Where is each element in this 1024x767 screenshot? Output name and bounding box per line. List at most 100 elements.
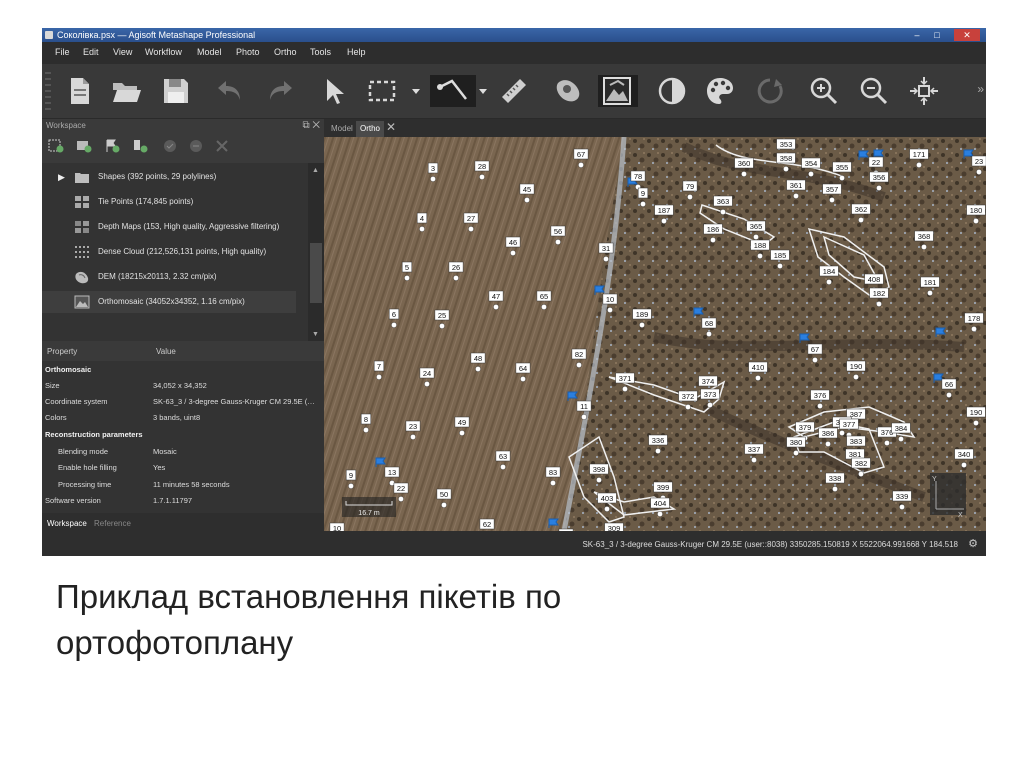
marker-point[interactable] <box>581 414 587 420</box>
marker-point[interactable] <box>655 448 661 454</box>
menu-edit[interactable]: Edit <box>83 47 99 57</box>
scroll-down-icon[interactable]: ▼ <box>312 331 319 338</box>
marker-point[interactable] <box>398 496 404 502</box>
marker-point[interactable] <box>884 440 890 446</box>
marker-point[interactable] <box>363 427 369 433</box>
marker-point[interactable] <box>541 304 547 310</box>
property-row-hole-filling[interactable]: Enable hole filling Yes <box>42 460 324 476</box>
orthophoto-canvas[interactable]: 3 286778979454 275646315 2647 65 106 25 1896848… <box>324 137 986 531</box>
menu-help[interactable]: Help <box>347 47 366 57</box>
menu-workflow[interactable]: Workflow <box>145 47 182 57</box>
marker-point[interactable] <box>946 392 952 398</box>
close-tab-icon[interactable]: ✕ <box>386 120 396 134</box>
marker-point[interactable] <box>479 174 485 180</box>
marker-point[interactable] <box>639 322 645 328</box>
scroll-up-icon[interactable]: ▲ <box>312 167 319 174</box>
marker-point[interactable] <box>825 441 831 447</box>
marker-point[interactable] <box>439 323 445 329</box>
property-row-size[interactable]: Size 34,052 x 34,352 <box>42 378 324 394</box>
marker-point[interactable] <box>839 175 845 181</box>
new-file-icon[interactable] <box>64 75 96 107</box>
marker-point[interactable] <box>707 402 713 408</box>
marker-point[interactable] <box>753 234 759 240</box>
property-row-processing-time[interactable]: Processing time 11 minutes 58 seconds <box>42 477 324 493</box>
add-chunk-icon[interactable] <box>48 139 64 153</box>
marker-point[interactable] <box>808 171 814 177</box>
zoom-out-icon[interactable] <box>858 75 890 107</box>
marker-point[interactable] <box>812 357 818 363</box>
status-settings-icon[interactable]: ⚙ <box>968 537 978 550</box>
marker-point[interactable] <box>468 226 474 232</box>
add-markers-icon[interactable] <box>104 139 120 153</box>
patch-icon[interactable] <box>552 75 584 107</box>
marker-point[interactable] <box>741 171 747 177</box>
enable-icon[interactable] <box>162 139 178 153</box>
tab-workspace[interactable]: Workspace <box>47 519 87 528</box>
property-row-software-version[interactable]: Software version 1.7.1.11797 <box>42 493 324 509</box>
tree-item-tie-points[interactable]: Tie Points (174,845 points) <box>42 191 296 213</box>
add-photos-icon[interactable] <box>76 139 92 153</box>
contrast-icon[interactable] <box>656 75 688 107</box>
draw-polyline-icon[interactable] <box>430 75 476 107</box>
marker-point[interactable] <box>858 217 864 223</box>
marker-point[interactable] <box>524 197 530 203</box>
marker-point[interactable] <box>916 162 922 168</box>
disable-icon[interactable] <box>188 139 204 153</box>
marker-point[interactable] <box>973 218 979 224</box>
tab-ortho[interactable]: Ortho <box>356 121 385 137</box>
marker-point[interactable] <box>685 404 691 410</box>
minimize-button[interactable]: – <box>908 29 926 41</box>
marker-point[interactable] <box>973 420 979 426</box>
marker-point[interactable] <box>898 436 904 442</box>
expand-arrow-icon[interactable]: ▶ <box>58 166 65 188</box>
marker-point[interactable] <box>829 197 835 203</box>
marker-point[interactable] <box>550 480 556 486</box>
marker-point[interactable] <box>839 430 845 436</box>
marker-point[interactable] <box>661 218 667 224</box>
marker-point[interactable] <box>921 244 927 250</box>
marker-point[interactable] <box>430 176 436 182</box>
marker-point[interactable] <box>404 275 410 281</box>
marker-point[interactable] <box>710 237 716 243</box>
marker-point[interactable] <box>555 239 561 245</box>
toolbar-more-button[interactable]: » <box>977 82 984 96</box>
marker-point[interactable] <box>604 506 610 512</box>
marker-point[interactable] <box>832 486 838 492</box>
palette-icon[interactable] <box>704 75 736 107</box>
rectangle-selection-icon[interactable] <box>366 75 398 107</box>
marker-point[interactable] <box>596 477 602 483</box>
marker-point[interactable] <box>720 209 726 215</box>
undo-icon[interactable] <box>214 75 246 107</box>
property-row-coordinate-system[interactable]: Coordinate system SK-63_3 / 3-degree Gaus… <box>42 394 324 410</box>
ortho-viewer[interactable]: 3 28 67 78 9 79 45 4 27 56 46 31 5 26 47 65 10 6 25 189 68 48… <box>324 137 986 531</box>
tree-item-orthomosaic[interactable]: Orthomosaic (34052x34352, 1.16 cm/pix) <box>42 291 296 313</box>
point-marker[interactable]: 62 <box>479 518 495 531</box>
draw-dropdown-arrow[interactable] <box>479 89 487 94</box>
menu-tools[interactable]: Tools <box>310 47 331 57</box>
marker-point[interactable] <box>826 279 832 285</box>
marker-point[interactable] <box>640 201 646 207</box>
open-folder-icon[interactable] <box>110 75 142 107</box>
redo-icon[interactable] <box>264 75 296 107</box>
refresh-icon[interactable] <box>754 75 786 107</box>
tree-item-shapes[interactable]: ▶ Shapes (392 points, 29 polylines) <box>42 166 296 188</box>
marker-point[interactable] <box>777 263 783 269</box>
column-header-property[interactable]: Property <box>47 347 77 356</box>
marker-point[interactable] <box>971 326 977 332</box>
reset-view-icon[interactable] <box>908 75 940 107</box>
marker-point[interactable] <box>755 375 761 381</box>
ruler-icon[interactable] <box>498 75 530 107</box>
column-header-value[interactable]: Value <box>156 347 176 356</box>
tree-item-dense-cloud[interactable]: Dense Cloud (212,526,131 points, High qu… <box>42 241 296 263</box>
add-shapes-icon[interactable] <box>132 139 148 153</box>
close-button[interactable]: ✕ <box>954 29 980 41</box>
save-icon[interactable] <box>160 75 192 107</box>
marker-point[interactable] <box>657 511 663 517</box>
marker-point[interactable] <box>578 162 584 168</box>
marker-point[interactable] <box>899 504 905 510</box>
point-marker[interactable]: 309 <box>604 522 624 531</box>
marker-point[interactable] <box>500 464 506 470</box>
point-marker[interactable]: 10 <box>329 522 345 531</box>
marker-point[interactable] <box>817 403 823 409</box>
marker-point[interactable] <box>453 275 459 281</box>
